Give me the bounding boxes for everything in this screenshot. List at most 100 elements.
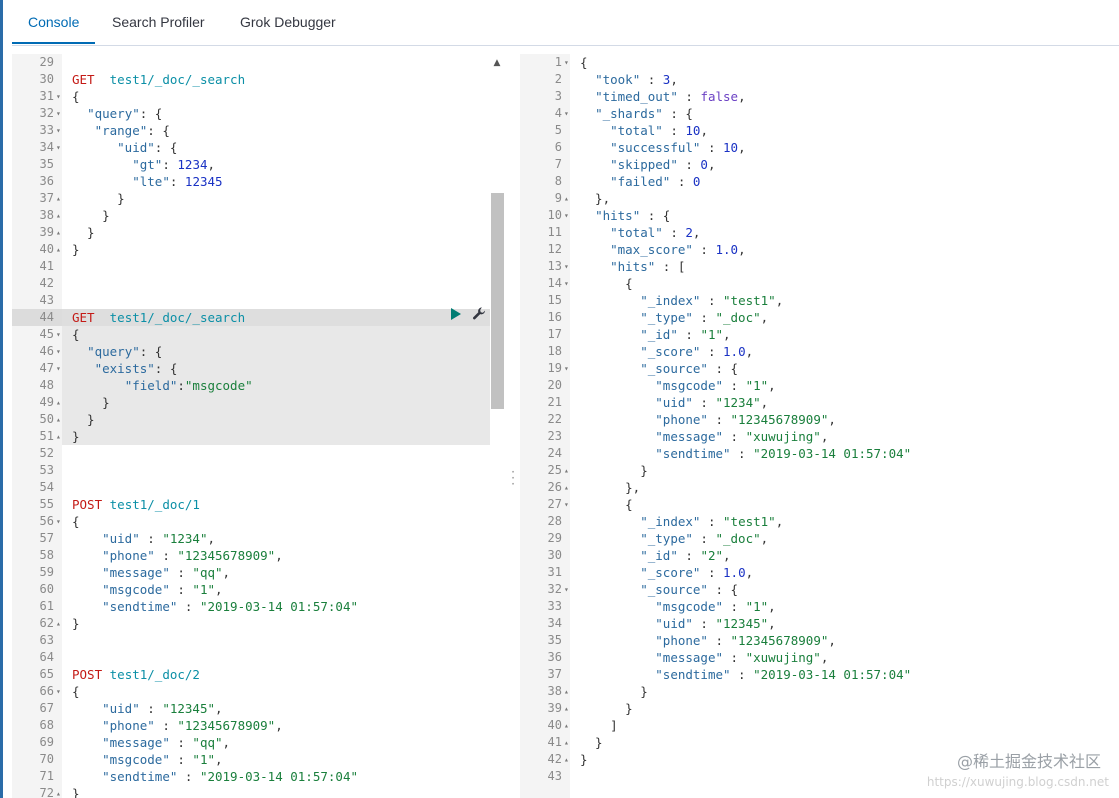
code-line[interactable]: 60 "msgcode" : "1",	[12, 581, 490, 598]
code-line[interactable]: 45 ▾ {	[12, 326, 490, 343]
code-line[interactable]: 64	[12, 649, 490, 666]
fold-open-icon[interactable]: ▾	[564, 105, 574, 122]
request-scrollbar[interactable]	[490, 54, 503, 798]
code-line[interactable]: 47 ▾ "exists": {	[12, 360, 490, 377]
code-line[interactable]: 26 ▴ },	[520, 479, 1119, 496]
fold-open-icon[interactable]: ▾	[56, 683, 66, 700]
code-line[interactable]: 37 "sendtime" : "2019-03-14 01:57:04"	[520, 666, 1119, 683]
response-editor[interactable]: 1 ▾{2 "took" : 3, 3 "timed_out" : false, 4 ▾…	[520, 54, 1119, 798]
code-line[interactable]: 57 "uid" : "1234",	[12, 530, 490, 547]
fold-close-icon[interactable]: ▴	[56, 224, 66, 241]
fold-close-icon[interactable]: ▴	[56, 207, 66, 224]
fold-close-icon[interactable]: ▴	[564, 462, 574, 479]
code-line[interactable]: 14 ▾ {	[520, 275, 1119, 292]
code-line[interactable]: 68 "phone" : "12345678909",	[12, 717, 490, 734]
play-icon[interactable]	[450, 307, 462, 321]
code-line[interactable]: 16 "_type" : "_doc",	[520, 309, 1119, 326]
fold-close-icon[interactable]: ▴	[56, 615, 66, 632]
code-line[interactable]: 31 ▾ {	[12, 88, 490, 105]
code-line[interactable]: 72 ▴}	[12, 785, 490, 798]
fold-close-icon[interactable]: ▴	[56, 241, 66, 258]
code-line[interactable]: 70 "msgcode" : "1",	[12, 751, 490, 768]
code-line[interactable]: 28 "_index" : "test1",	[520, 513, 1119, 530]
code-line[interactable]: 8 "failed" : 0	[520, 173, 1119, 190]
code-line[interactable]: 4 ▾ "_shards" : {	[520, 105, 1119, 122]
fold-open-icon[interactable]: ▾	[564, 360, 574, 377]
code-line[interactable]: 40 ▴ ]	[520, 717, 1119, 734]
fold-open-icon[interactable]: ▾	[564, 275, 574, 292]
code-line[interactable]: 55 POST test1/_doc/1	[12, 496, 490, 513]
wrench-icon[interactable]	[472, 306, 487, 321]
code-line[interactable]: 30 GET test1/_doc/_search	[12, 71, 490, 88]
code-line[interactable]: 71 "sendtime" : "2019-03-14 01:57:04"	[12, 768, 490, 785]
code-line[interactable]: 19 ▾ "_source" : {	[520, 360, 1119, 377]
code-line[interactable]: 32 ▾ "query": {	[12, 105, 490, 122]
code-line[interactable]: 37 ▴ }	[12, 190, 490, 207]
code-line[interactable]: 38 ▴ }	[520, 683, 1119, 700]
code-line[interactable]: 69 "message" : "qq",	[12, 734, 490, 751]
fold-open-icon[interactable]: ▾	[56, 513, 66, 530]
code-line[interactable]: 39 ▴ }	[520, 700, 1119, 717]
code-line[interactable]: 34 ▾ "uid": {	[12, 139, 490, 156]
code-line[interactable]: 34 "uid" : "12345",	[520, 615, 1119, 632]
fold-open-icon[interactable]: ▾	[564, 207, 574, 224]
fold-open-icon[interactable]: ▾	[56, 139, 66, 156]
tab-search-profiler[interactable]: Search Profiler	[112, 0, 205, 44]
code-line[interactable]: 58 "phone" : "12345678909",	[12, 547, 490, 564]
code-line[interactable]: 11 "total" : 2,	[520, 224, 1119, 241]
fold-close-icon[interactable]: ▴	[564, 683, 574, 700]
code-line[interactable]: 49 ▴ }	[12, 394, 490, 411]
code-line[interactable]: 35 "phone" : "12345678909",	[520, 632, 1119, 649]
panel-resizer[interactable]	[505, 54, 520, 798]
code-line[interactable]: 29	[12, 54, 490, 71]
code-line[interactable]: 25 ▴ }	[520, 462, 1119, 479]
fold-close-icon[interactable]: ▴	[56, 411, 66, 428]
code-line[interactable]: 24 "sendtime" : "2019-03-14 01:57:04"	[520, 445, 1119, 462]
code-line[interactable]: 53	[12, 462, 490, 479]
code-line[interactable]: 67 "uid" : "12345",	[12, 700, 490, 717]
code-line[interactable]: 42	[12, 275, 490, 292]
code-line[interactable]: 31 "_score" : 1.0,	[520, 564, 1119, 581]
code-line[interactable]: 52	[12, 445, 490, 462]
code-line[interactable]: 66 ▾ {	[12, 683, 490, 700]
fold-open-icon[interactable]: ▾	[564, 581, 574, 598]
code-line[interactable]: 32 ▾ "_source" : {	[520, 581, 1119, 598]
code-line[interactable]: 30 "_id" : "2",	[520, 547, 1119, 564]
code-line[interactable]: 59 "message" : "qq",	[12, 564, 490, 581]
code-line[interactable]: 54	[12, 479, 490, 496]
fold-open-icon[interactable]: ▾	[564, 496, 574, 513]
fold-open-icon[interactable]: ▾	[56, 105, 66, 122]
code-line[interactable]: 65 POST test1/_doc/2	[12, 666, 490, 683]
fold-close-icon[interactable]: ▴	[564, 734, 574, 751]
code-line[interactable]: 2 "took" : 3,	[520, 71, 1119, 88]
code-line[interactable]: 29 "_type" : "_doc",	[520, 530, 1119, 547]
request-scroll-thumb[interactable]	[491, 193, 504, 409]
code-line[interactable]: 27 ▾ {	[520, 496, 1119, 513]
code-line[interactable]: 50 ▴ }	[12, 411, 490, 428]
code-line[interactable]: 56 ▾ {	[12, 513, 490, 530]
fold-close-icon[interactable]: ▴	[56, 394, 66, 411]
fold-open-icon[interactable]: ▾	[56, 88, 66, 105]
code-line[interactable]: 33 ▾ "range": {	[12, 122, 490, 139]
fold-open-icon[interactable]: ▾	[564, 258, 574, 275]
code-line[interactable]: 18 "_score" : 1.0,	[520, 343, 1119, 360]
code-line[interactable]: 62 ▴}	[12, 615, 490, 632]
code-line[interactable]: 35 "gt": 1234,	[12, 156, 490, 173]
fold-open-icon[interactable]: ▾	[56, 122, 66, 139]
code-line[interactable]: 44 GET test1/_doc/_search	[12, 309, 490, 326]
fold-close-icon[interactable]: ▴	[56, 785, 66, 798]
tab-grok-debugger[interactable]: Grok Debugger	[240, 0, 336, 44]
code-line[interactable]: 61 "sendtime" : "2019-03-14 01:57:04"	[12, 598, 490, 615]
resizer-handle-icon[interactable]: · · ·	[509, 466, 517, 490]
code-line[interactable]: 36 "lte": 12345	[12, 173, 490, 190]
code-line[interactable]: 1 ▾ {	[520, 54, 1119, 71]
code-line[interactable]: 21 "uid" : "1234",	[520, 394, 1119, 411]
code-line[interactable]: 10 ▾ "hits" : {	[520, 207, 1119, 224]
code-line[interactable]: 36 "message" : "xuwujing",	[520, 649, 1119, 666]
code-line[interactable]: 15 "_index" : "test1",	[520, 292, 1119, 309]
code-line[interactable]: 12 "max_score" : 1.0,	[520, 241, 1119, 258]
fold-close-icon[interactable]: ▴	[564, 190, 574, 207]
code-line[interactable]: 51 ▴}	[12, 428, 490, 445]
code-line[interactable]: 3 "timed_out" : false,	[520, 88, 1119, 105]
fold-close-icon[interactable]: ▴	[564, 700, 574, 717]
